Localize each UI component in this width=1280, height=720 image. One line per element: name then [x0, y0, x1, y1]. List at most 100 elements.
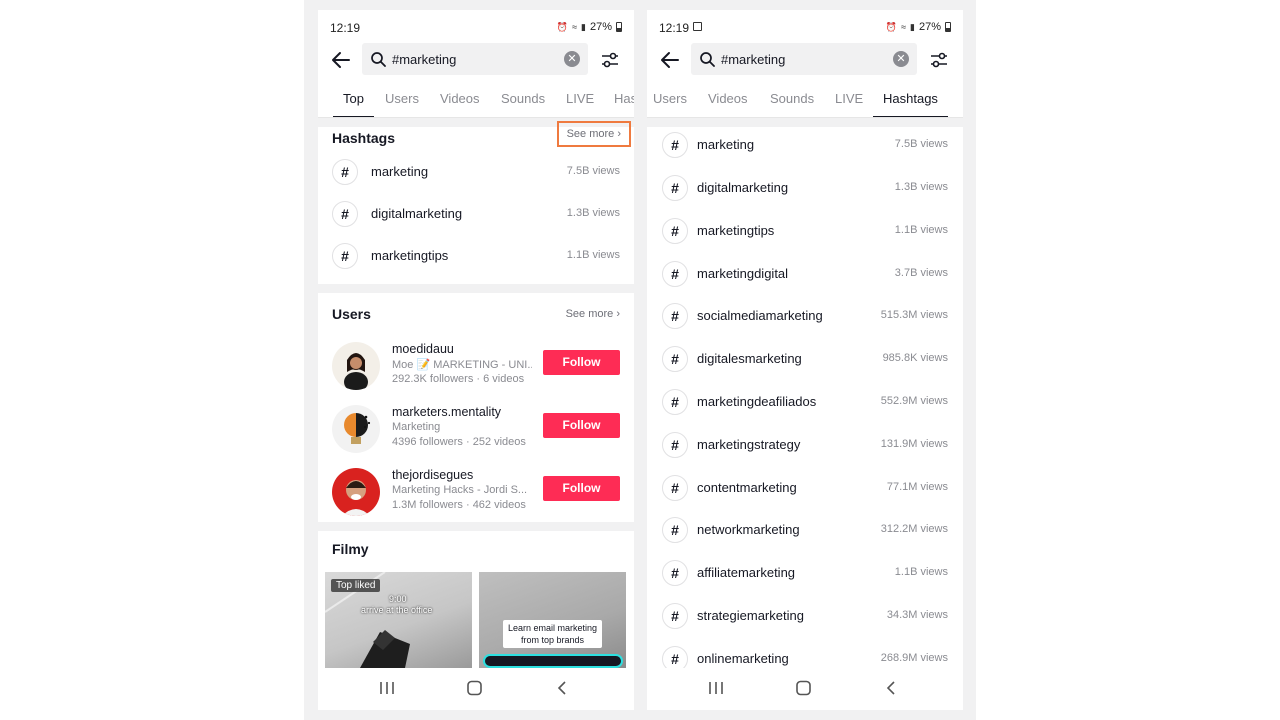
films-section-title: Filmy: [332, 541, 369, 557]
tab-hashtags-partial[interactable]: Has: [614, 90, 634, 117]
hashtag-row[interactable]: # marketingdigital 3.7B views: [647, 257, 963, 291]
section-divider: [647, 118, 963, 127]
avatar-image: [344, 353, 368, 390]
hashtag-views: 1.3B views: [566, 207, 620, 219]
hashtag-row[interactable]: # networkmarketing 312.2M views: [647, 513, 963, 547]
video-thumbnail[interactable]: Learn email marketing from top brands: [479, 572, 626, 668]
hashtag-name: digitalmarketing: [371, 206, 463, 221]
username: marketers.mentality: [392, 405, 502, 419]
hashtag-row[interactable]: # marketing 7.5B views: [318, 154, 634, 190]
phone-screen-top-results: 12:19 ⏰ ≈ ▮ 27% #marketing ✕ Top Users V…: [318, 10, 634, 710]
status-time: 12:19: [330, 21, 361, 35]
search-tabs: Top Users Videos Sounds LIVE Has: [318, 90, 634, 118]
search-icon: [371, 52, 386, 67]
filter-icon[interactable]: [929, 50, 949, 70]
hashtag-name: marketingtips: [371, 248, 449, 263]
wifi-icon: ≈: [901, 22, 907, 32]
search-tabs: Users Videos Sounds LIVE Hashtags: [647, 90, 963, 118]
tab-top[interactable]: Top: [333, 90, 374, 117]
hashtag-row[interactable]: # marketingdeafiliados 552.9M views: [647, 385, 963, 419]
hashtag-name: marketingtips: [697, 223, 775, 238]
user-row[interactable]: moedidauu Moe 📝 MARKETING - UNI... 292.3…: [318, 342, 634, 398]
hashtag-row[interactable]: # marketingtips 1.1B views: [318, 238, 634, 274]
clear-icon[interactable]: ✕: [893, 51, 909, 67]
hash-icon: #: [662, 432, 688, 458]
follow-button[interactable]: Follow: [543, 350, 620, 375]
hashtag-row[interactable]: # digitalmarketing 1.3B views: [647, 171, 963, 205]
clear-icon[interactable]: ✕: [564, 51, 580, 67]
hash-icon: #: [662, 175, 688, 201]
video-caption-line: Learn email marketing: [508, 623, 598, 633]
hashtag-row[interactable]: # marketingstrategy 131.9M views: [647, 428, 963, 462]
avatar[interactable]: [332, 342, 380, 390]
hashtag-row[interactable]: # affiliatemarketing 1.1B views: [647, 556, 963, 590]
user-description: Marketing Hacks - Jordi S...: [392, 484, 528, 496]
hash-icon: #: [662, 132, 688, 158]
tab-hashtags[interactable]: Hashtags: [873, 90, 948, 117]
hashtag-name: marketing: [697, 137, 755, 152]
follow-button[interactable]: Follow: [543, 476, 620, 501]
hashtag-row[interactable]: # socialmediamarketing 515.3M views: [647, 299, 963, 333]
users-see-more-link[interactable]: See more ›: [566, 308, 620, 320]
hash-icon: #: [662, 517, 688, 543]
search-query: #marketing: [392, 52, 457, 67]
tab-users[interactable]: Users: [653, 90, 687, 117]
nav-back-icon[interactable]: [554, 680, 572, 696]
system-nav-bar: [647, 668, 963, 710]
hashtag-row[interactable]: # strategiemarketing 34.3M views: [647, 599, 963, 633]
filter-icon[interactable]: [600, 50, 620, 70]
hash-icon: #: [662, 603, 688, 629]
search-query: #marketing: [721, 52, 786, 67]
recents-icon[interactable]: [378, 680, 396, 696]
hashtag-views: 3.7B views: [894, 267, 948, 279]
notification-icon: [693, 22, 702, 31]
user-row[interactable]: marketers.mentality Marketing 4396 follo…: [318, 405, 634, 461]
username: moedidauu: [392, 342, 454, 356]
status-time: 12:19: [659, 21, 690, 35]
tab-sounds[interactable]: Sounds: [770, 90, 814, 117]
user-description: Moe 📝 MARKETING - UNI...: [392, 359, 532, 371]
signal-icon: ▮: [910, 21, 915, 32]
top-liked-badge: Top liked: [331, 579, 381, 592]
back-arrow-icon[interactable]: [330, 49, 352, 71]
tab-users[interactable]: Users: [385, 90, 419, 117]
tab-sounds[interactable]: Sounds: [501, 90, 545, 117]
hashtag-row[interactable]: # marketingtips 1.1B views: [647, 214, 963, 248]
hashtags-see-more-link[interactable]: See more ›: [556, 121, 632, 147]
hashtag-row[interactable]: # digitalesmarketing 985.8K views: [647, 342, 963, 376]
hashtag-name: marketing: [371, 164, 429, 179]
search-header: #marketing ✕: [318, 43, 634, 77]
search-input[interactable]: #marketing ✕: [362, 43, 588, 75]
video-caption-line: from top brands: [521, 635, 585, 645]
nav-back-icon[interactable]: [883, 680, 901, 696]
back-arrow-icon[interactable]: [659, 49, 681, 71]
follow-button[interactable]: Follow: [543, 413, 620, 438]
phone-screen-hashtags-results: 12:19 ⏰ ≈ ▮ 27% #marketing ✕ Users Video…: [647, 10, 963, 710]
hashtag-views: 1.3B views: [894, 181, 948, 193]
search-input[interactable]: #marketing ✕: [691, 43, 917, 75]
home-icon[interactable]: [466, 680, 484, 696]
hashtag-row[interactable]: # marketing 7.5B views: [647, 128, 963, 162]
video-thumbnail[interactable]: Top liked 9:00 arrive at the office: [325, 572, 472, 668]
hashtag-row[interactable]: # contentmarketing 77.1M views: [647, 471, 963, 505]
hash-icon: #: [662, 303, 688, 329]
username: thejordisegues: [392, 468, 474, 482]
avatar-image: [344, 413, 371, 444]
avatar[interactable]: [332, 468, 380, 516]
hashtag-views: 131.9M views: [880, 438, 948, 450]
hashtag-name: digitalesmarketing: [697, 351, 802, 366]
hashtag-views: 7.5B views: [894, 138, 948, 150]
hashtag-row[interactable]: # digitalmarketing 1.3B views: [318, 196, 634, 232]
tab-videos[interactable]: Videos: [440, 90, 480, 117]
user-row[interactable]: thejordisegues Marketing Hacks - Jordi S…: [318, 468, 634, 524]
avatar[interactable]: [332, 405, 380, 453]
alarm-icon: ⏰: [556, 21, 569, 32]
tiktok-logo-bar: [483, 654, 623, 668]
tab-live[interactable]: LIVE: [566, 90, 594, 117]
home-icon[interactable]: [795, 680, 813, 696]
tab-live[interactable]: LIVE: [835, 90, 863, 117]
recents-icon[interactable]: [707, 680, 725, 696]
tab-videos[interactable]: Videos: [708, 90, 748, 117]
battery-icon: [616, 22, 622, 32]
section-divider: [318, 522, 634, 531]
